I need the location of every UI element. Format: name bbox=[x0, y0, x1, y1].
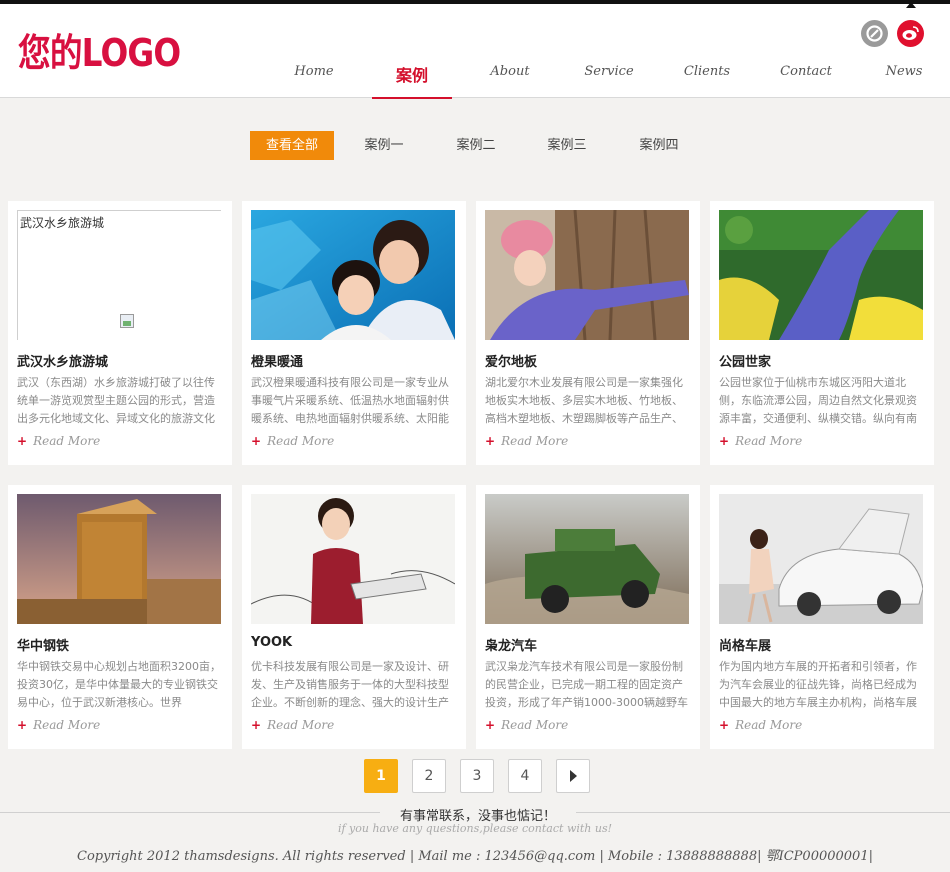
case-title[interactable]: 公园世家 bbox=[719, 351, 771, 370]
plus-icon: + bbox=[719, 718, 730, 732]
case-card[interactable]: 尚格车展 作为国内地方车展的开拓者和引领者，作为汽车会展业的征战先锋，尚格已经成… bbox=[710, 485, 934, 749]
plus-icon: + bbox=[719, 434, 730, 448]
case-description: 武汉枭龙汽车技术有限公司是一家股份制的民营企业，已完成一期工程的固定资产投资，形… bbox=[485, 660, 688, 709]
read-more-link[interactable]: + Read More bbox=[485, 434, 568, 448]
read-more-link[interactable]: + Read More bbox=[251, 434, 334, 448]
case-image[interactable] bbox=[251, 210, 455, 340]
image-alt-text: 武汉水乡旅游城 bbox=[20, 216, 105, 230]
read-more-label: Read More bbox=[33, 434, 101, 448]
site-header: 您的LOGO Home 案例 About Service Clients Con… bbox=[0, 4, 950, 99]
filter-case-4[interactable]: 案例四 bbox=[623, 131, 695, 160]
footer-subtext: if you have any questions,please contact… bbox=[337, 822, 613, 835]
case-description: 优卡科技发展有限公司是一家及设计、研发、生产及销售服务于一体的大型科技型企业。不… bbox=[251, 660, 449, 709]
case-title[interactable]: YOOK bbox=[251, 635, 292, 650]
plus-icon: + bbox=[251, 718, 262, 732]
case-image[interactable] bbox=[251, 494, 455, 624]
weibo-pointer bbox=[906, 2, 916, 8]
case-card[interactable]: YOOK 优卡科技发展有限公司是一家及设计、研发、生产及销售服务于一体的大型科技… bbox=[242, 485, 466, 749]
read-more-label: Read More bbox=[267, 434, 335, 448]
case-description: 武汉（东西湖）水乡旅游城打破了以往传统单一游览观赏型主题公园的形式，营造出多元化… bbox=[17, 376, 215, 425]
weibo-icon[interactable] bbox=[897, 20, 924, 47]
case-description: 公园世家位于仙桃市东城区沔阳大道北侧，东临流潭公园，周边自然文化景观资源丰富，交… bbox=[719, 376, 917, 425]
case-image[interactable] bbox=[719, 494, 923, 624]
case-title[interactable]: 尚格车展 bbox=[719, 635, 771, 654]
plus-icon: + bbox=[17, 718, 28, 732]
read-more-label: Read More bbox=[501, 718, 569, 732]
read-more-label: Read More bbox=[735, 718, 803, 732]
read-more-link[interactable]: + Read More bbox=[719, 718, 802, 732]
plus-icon: + bbox=[485, 718, 496, 732]
filter-case-2[interactable]: 案例二 bbox=[440, 131, 512, 160]
broken-image-icon bbox=[120, 314, 134, 328]
site-logo[interactable]: 您的LOGO bbox=[18, 22, 181, 77]
filter-case-1[interactable]: 案例一 bbox=[348, 131, 420, 160]
read-more-label: Read More bbox=[501, 434, 569, 448]
case-image[interactable] bbox=[485, 494, 689, 624]
chevron-right-icon bbox=[570, 770, 577, 782]
nav-contact[interactable]: Contact bbox=[766, 64, 846, 79]
case-image[interactable] bbox=[17, 494, 221, 624]
page-1[interactable]: 1 bbox=[364, 759, 398, 793]
next-page-button[interactable] bbox=[556, 759, 590, 793]
page-2[interactable]: 2 bbox=[412, 759, 446, 793]
case-title[interactable]: 枭龙汽车 bbox=[485, 635, 537, 654]
page-3[interactable]: 3 bbox=[460, 759, 494, 793]
nav-news[interactable]: News bbox=[864, 64, 944, 79]
case-card[interactable]: 爱尔地板 湖北爱尔木业发展有限公司是一家集强化地板实木地板、多层实木地板、竹地板… bbox=[476, 201, 700, 465]
filter-case-3[interactable]: 案例三 bbox=[531, 131, 603, 160]
case-title[interactable]: 爱尔地板 bbox=[485, 351, 537, 370]
case-description: 华中钢铁交易中心规划占地面积3200亩，投资30亿，是华中体量最大的专业钢铁交易… bbox=[17, 660, 221, 709]
nav-cases[interactable]: 案例 bbox=[372, 62, 452, 86]
case-title[interactable]: 华中钢铁 bbox=[17, 635, 69, 654]
copyright-text: Copyright 2012 thamsdesigns. All rights … bbox=[77, 849, 873, 864]
read-more-link[interactable]: + Read More bbox=[251, 718, 334, 732]
read-more-label: Read More bbox=[267, 718, 335, 732]
case-card[interactable]: 橙果暖通 武汉橙果暖通科技有限公司是一家专业从事暖气片采暖系统、低温热水地面辐射… bbox=[242, 201, 466, 465]
filter-all[interactable]: 查看全部 bbox=[250, 131, 334, 160]
nav-about[interactable]: About bbox=[470, 64, 550, 79]
case-description: 湖北爱尔木业发展有限公司是一家集强化地板实木地板、多层实木地板、竹地板、高档木塑… bbox=[485, 376, 683, 425]
nav-service[interactable]: Service bbox=[569, 64, 649, 79]
page-4[interactable]: 4 bbox=[508, 759, 542, 793]
read-more-label: Read More bbox=[33, 718, 101, 732]
case-image-broken[interactable]: 武汉水乡旅游城 bbox=[17, 210, 221, 340]
case-title[interactable]: 橙果暖通 bbox=[251, 351, 303, 370]
case-description: 武汉橙果暖通科技有限公司是一家专业从事暖气片采暖系统、低温热水地面辐射供暖系统、… bbox=[251, 376, 449, 425]
read-more-link[interactable]: + Read More bbox=[17, 434, 100, 448]
case-card[interactable]: 武汉水乡旅游城 武汉水乡旅游城 武汉（东西湖）水乡旅游城打破了以往传统单一游览观… bbox=[8, 201, 232, 465]
case-description: 作为国内地方车展的开拓者和引领者，作为汽车会展业的征战先锋，尚格已经成为中国最大… bbox=[719, 660, 917, 709]
case-card[interactable]: 枭龙汽车 武汉枭龙汽车技术有限公司是一家股份制的民营企业，已完成一期工程的固定资… bbox=[476, 485, 700, 749]
read-more-link[interactable]: + Read More bbox=[719, 434, 802, 448]
read-more-link[interactable]: + Read More bbox=[485, 718, 568, 732]
read-more-link[interactable]: + Read More bbox=[17, 718, 100, 732]
case-card[interactable]: 公园世家 公园世家位于仙桃市东城区沔阳大道北侧，东临流潭公园，周边自然文化景观资… bbox=[710, 201, 934, 465]
plus-icon: + bbox=[251, 434, 262, 448]
case-title[interactable]: 武汉水乡旅游城 bbox=[17, 351, 108, 370]
read-more-label: Read More bbox=[735, 434, 803, 448]
nav-active-underline bbox=[372, 97, 452, 99]
plus-icon: + bbox=[17, 434, 28, 448]
share-icon[interactable] bbox=[861, 20, 888, 47]
case-image[interactable] bbox=[719, 210, 923, 340]
nav-home[interactable]: Home bbox=[274, 64, 354, 79]
plus-icon: + bbox=[485, 434, 496, 448]
case-image[interactable] bbox=[485, 210, 689, 340]
nav-clients[interactable]: Clients bbox=[667, 64, 747, 79]
case-card[interactable]: 华中钢铁 华中钢铁交易中心规划占地面积3200亩，投资30亿，是华中体量最大的专… bbox=[8, 485, 232, 749]
